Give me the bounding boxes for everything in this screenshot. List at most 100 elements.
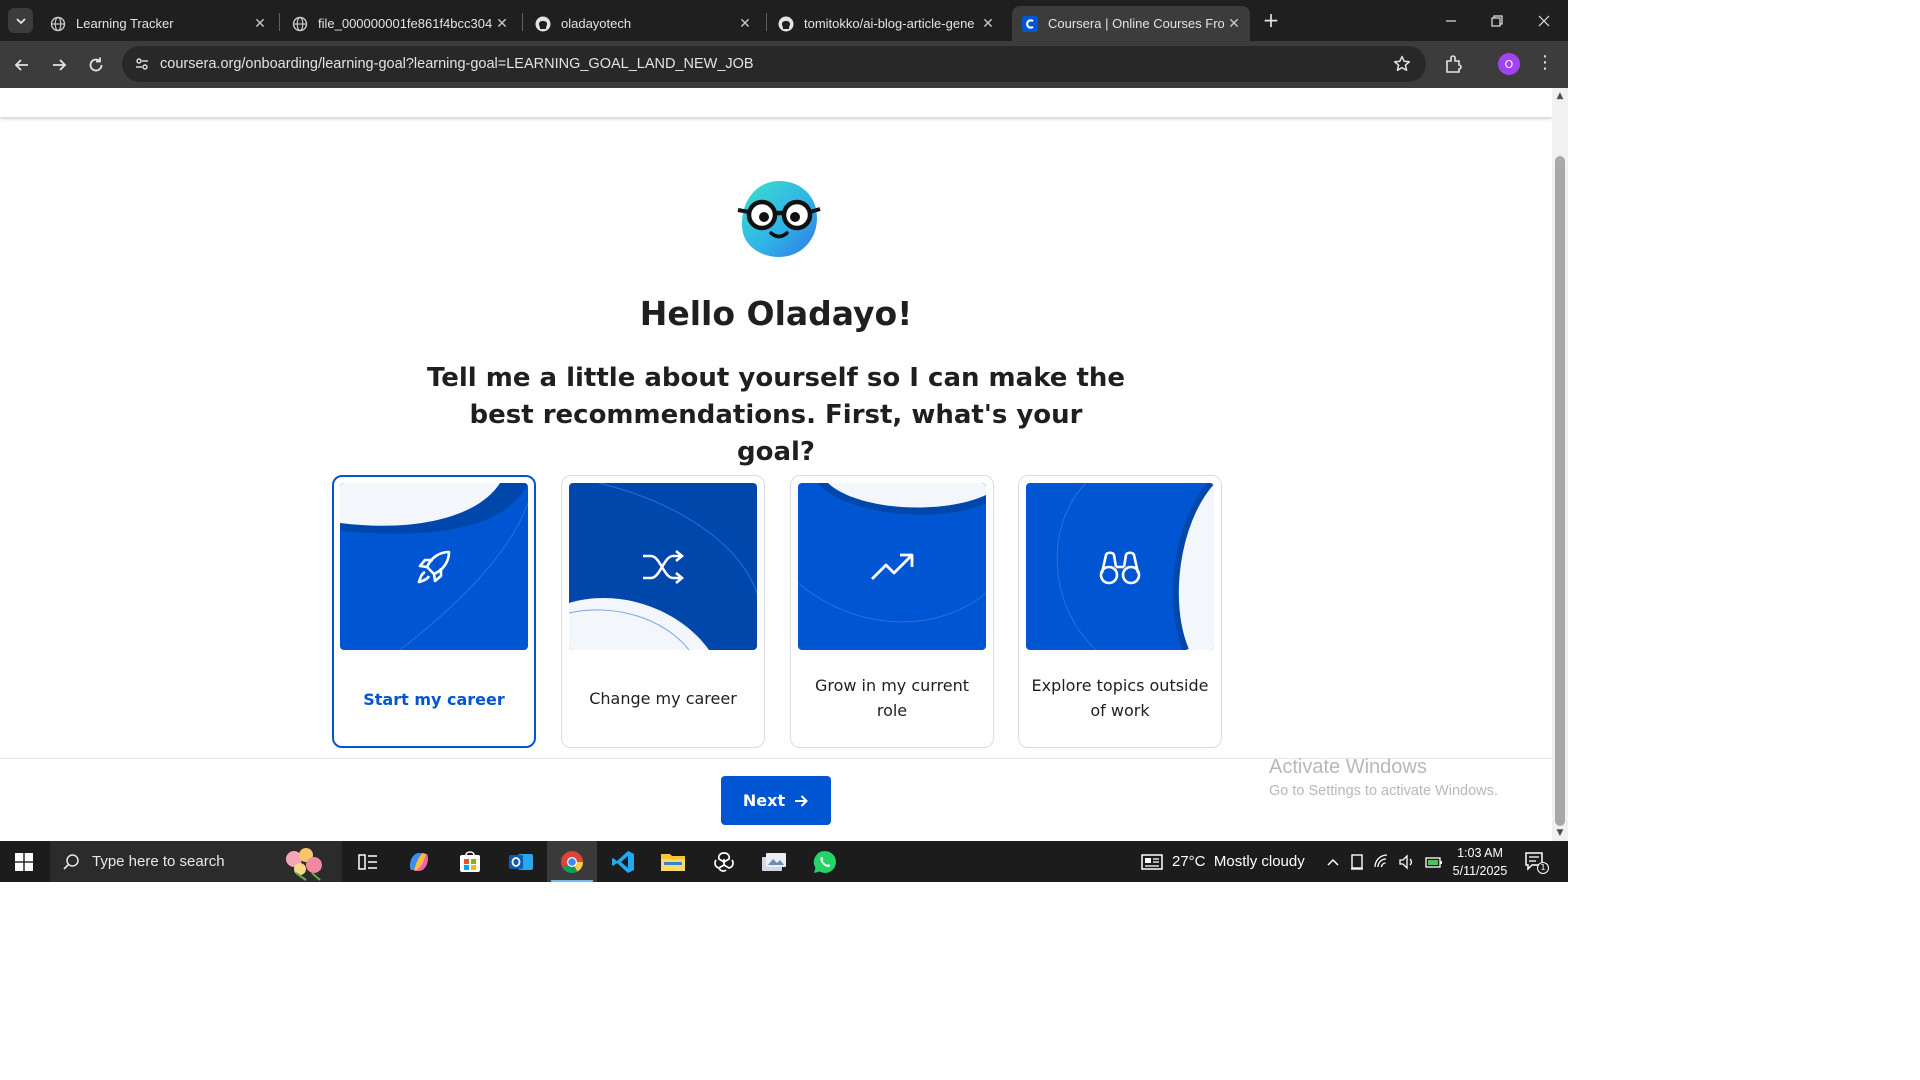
tab-learning-tracker[interactable]: Learning Tracker ✕ [40, 6, 276, 41]
browser-menu-icon[interactable]: ⋮ [1536, 53, 1554, 75]
search-placeholder: Type here to search [92, 853, 225, 870]
restore-icon [1491, 14, 1503, 27]
globe-icon [50, 16, 66, 32]
page-scrollbar[interactable]: ▲ ▼ [1552, 88, 1568, 841]
card-illustration [1026, 483, 1214, 650]
clock-date: 5/11/2025 [1452, 864, 1508, 878]
file-explorer-icon[interactable] [648, 841, 698, 882]
tab-file[interactable]: file_000000001fe861f4bcc3042 ✕ [282, 6, 518, 41]
arrow-left-icon [14, 59, 28, 71]
tab-search-button[interactable] [8, 8, 33, 33]
windows-taskbar: Type here to search 27°C Mostly cloudy 1… [0, 841, 1568, 882]
back-button[interactable] [9, 52, 35, 78]
trending-up-icon [798, 483, 986, 650]
goal-card-label: Start my career [363, 689, 505, 709]
close-icon[interactable]: ✕ [492, 16, 512, 32]
profile-avatar[interactable]: O [1498, 53, 1520, 75]
goal-card-label: Change my career [589, 688, 737, 708]
windows-logo-icon [15, 852, 33, 871]
shuffle-icon [569, 483, 757, 650]
tab-title: tomitokko/ai-blog-article-gene [804, 16, 975, 31]
tab-title: oladayotech [561, 16, 632, 31]
volume-icon[interactable] [1398, 853, 1416, 870]
task-view-icon[interactable] [343, 841, 393, 882]
forward-button[interactable] [46, 52, 72, 78]
activate-windows-title: Activate Windows [1269, 756, 1427, 778]
goal-card-start-career[interactable]: Start my career [332, 475, 536, 748]
goal-question: Tell me a little about yourself so I can… [426, 363, 1126, 467]
page-header [0, 88, 1552, 117]
bookmark-star-icon[interactable] [1392, 54, 1412, 74]
copilot-icon[interactable] [394, 841, 444, 882]
taskbar-clock[interactable]: 1:03 AM 5/11/2025 [1445, 844, 1515, 880]
weather-text: 27°C Mostly cloudy [1172, 853, 1305, 870]
tab-coursera[interactable]: Coursera | Online Courses From ✕ [1012, 6, 1250, 41]
site-info-icon[interactable] [132, 54, 152, 74]
arrow-right-icon [53, 59, 67, 71]
page-viewport: Hello Oladayo! Tell me a little about yo… [0, 88, 1552, 841]
globe-icon [292, 16, 308, 32]
new-tab-button[interactable]: + [1259, 9, 1283, 33]
goal-card-label: Grow in my current role [814, 676, 970, 720]
greeting-heading: Hello Oladayo! [639, 294, 913, 333]
tab-title: file_000000001fe861f4bcc3042 [318, 16, 492, 31]
close-window-button[interactable] [1521, 0, 1567, 41]
chatgpt-icon[interactable] [699, 841, 749, 882]
goal-card-change-career[interactable]: Change my career [561, 475, 765, 748]
tab-ai-blog[interactable]: tomitokko/ai-blog-article-gene ✕ [768, 6, 1004, 41]
next-button[interactable]: Next [721, 776, 831, 825]
minimize-button[interactable] [1428, 0, 1474, 41]
weather-widget[interactable]: 27°C Mostly cloudy [1141, 841, 1305, 882]
profile-initial: O [1504, 57, 1514, 71]
system-tray [1325, 841, 1443, 882]
tab-oladayotech[interactable]: oladayotech ✕ [525, 6, 761, 41]
minimize-icon [1446, 19, 1456, 22]
vscode-icon[interactable] [598, 841, 648, 882]
goal-card-grow-role[interactable]: Grow in my current role [790, 475, 994, 748]
close-icon [1538, 15, 1550, 26]
close-icon[interactable]: ✕ [250, 16, 270, 32]
restore-button[interactable] [1474, 0, 1520, 41]
news-icon [1141, 853, 1163, 870]
start-button[interactable] [0, 841, 48, 882]
tab-separator [766, 13, 767, 31]
store-icon[interactable] [445, 841, 495, 882]
coursera-icon [1022, 15, 1038, 32]
scroll-down-arrow-icon[interactable]: ▼ [1555, 828, 1565, 838]
tab-title: Learning Tracker [76, 16, 174, 31]
mascot-avatar [737, 181, 821, 257]
goal-card-explore-topics[interactable]: Explore topics outside of work [1018, 475, 1222, 748]
chrome-icon[interactable] [547, 841, 597, 882]
github-icon [778, 16, 794, 32]
close-icon[interactable]: ✕ [735, 16, 755, 32]
goal-card-label: Explore topics outside of work [1031, 676, 1209, 720]
outlook-icon[interactable] [496, 841, 546, 882]
scroll-up-arrow-icon[interactable]: ▲ [1555, 91, 1565, 101]
whatsapp-icon[interactable] [800, 841, 850, 882]
search-icon [63, 853, 79, 870]
battery-icon[interactable] [1425, 854, 1443, 870]
next-button-label: Next [742, 791, 786, 810]
tab-title: Coursera | Online Courses From [1048, 16, 1224, 31]
browser-toolbar: coursera.org/onboarding/learning-goal?le… [0, 41, 1568, 88]
reload-button[interactable] [83, 52, 109, 78]
scrollbar-thumb[interactable] [1555, 156, 1565, 826]
activate-windows-subtitle: Go to Settings to activate Windows. [1269, 783, 1498, 799]
flowers-decoration-icon [286, 848, 322, 881]
close-icon[interactable]: ✕ [978, 16, 998, 32]
arrow-right-icon [795, 794, 809, 807]
extensions-icon[interactable] [1443, 53, 1465, 75]
tablet-icon[interactable] [1350, 853, 1364, 870]
url-text[interactable]: coursera.org/onboarding/learning-goal?le… [160, 56, 754, 72]
taskbar-search-box[interactable]: Type here to search [50, 841, 342, 882]
photos-icon[interactable] [749, 841, 799, 882]
tab-separator [279, 13, 280, 31]
notification-center-icon[interactable]: 1 [1524, 851, 1549, 874]
close-icon[interactable]: ✕ [1224, 16, 1244, 32]
chevron-up-icon[interactable] [1325, 854, 1341, 870]
wifi-icon[interactable] [1373, 853, 1389, 870]
address-bar[interactable]: coursera.org/onboarding/learning-goal?le… [122, 46, 1426, 82]
card-illustration [798, 483, 986, 650]
notification-count-badge: 1 [1537, 862, 1549, 874]
reload-icon [89, 57, 103, 72]
